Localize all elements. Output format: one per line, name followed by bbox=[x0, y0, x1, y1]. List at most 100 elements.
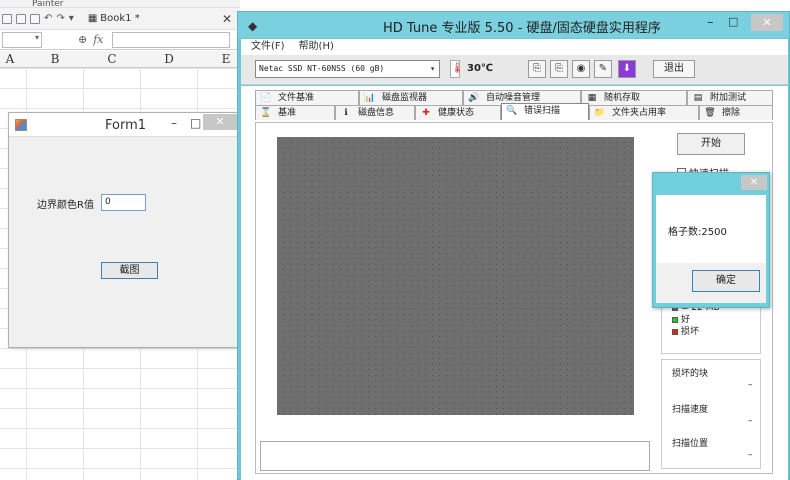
minimize-icon[interactable]: – bbox=[171, 116, 177, 130]
scan-stats: 损坏的块 – 扫描速度 – 扫描位置 – bbox=[661, 359, 761, 469]
tab-label: 随机存取 bbox=[604, 93, 641, 103]
quick-access-toolbar: ↶ ↷ ▾ ▦ Book1 * ✕ bbox=[0, 8, 240, 30]
maximize-icon[interactable]: □ bbox=[728, 15, 738, 28]
copy-all-icon[interactable]: ⎘ bbox=[550, 60, 568, 78]
capture-button[interactable]: 截图 bbox=[101, 262, 158, 279]
chevron-down-icon: ▾ bbox=[430, 64, 435, 73]
tab-label: 擦除 bbox=[722, 108, 741, 118]
tab-random-access[interactable]: ▦ 随机存取 bbox=[581, 90, 687, 105]
damaged-swatch bbox=[672, 329, 678, 335]
folder-icon: 📁 bbox=[594, 108, 606, 118]
tab-error-scan[interactable]: 🔍 错误扫描 bbox=[501, 103, 589, 120]
ribbon-strip: Painter bbox=[0, 0, 240, 8]
drive-select-value: Netac SSD NT-60NSS (60 gB) bbox=[259, 64, 385, 73]
workbook-tab[interactable]: ▦ Book1 * bbox=[88, 13, 140, 24]
monitor-icon: 📊 bbox=[364, 93, 376, 103]
copy-icon[interactable]: ⎘ bbox=[528, 60, 546, 78]
good-swatch bbox=[672, 317, 678, 323]
download-icon[interactable]: ⬇ bbox=[618, 60, 636, 78]
tab-label: 健康状态 bbox=[438, 108, 475, 118]
tab-label: 文件基准 bbox=[278, 93, 315, 103]
damaged-blocks-value: – bbox=[748, 380, 753, 390]
toolbar: Netac SSD NT-60NSS (60 gB) ▾ 🌡 30℃ ⎘ ⎘ ◉ … bbox=[241, 55, 788, 85]
form1-window: Form1 – □ ✕ 边界颜色R值 0 截图 bbox=[8, 112, 242, 348]
fx-label: fx bbox=[93, 33, 104, 46]
undo-icon[interactable]: ↶ bbox=[44, 13, 52, 24]
tab-label: 磁盘信息 bbox=[358, 108, 395, 118]
tab-health[interactable]: ✚ 健康状态 bbox=[415, 105, 501, 120]
damaged-blocks-label: 损坏的块 bbox=[672, 369, 709, 379]
tab-label: 基准 bbox=[278, 108, 297, 118]
screenshot-icon[interactable]: ◉ bbox=[572, 60, 590, 78]
tab-extra-tests[interactable]: ▤ 附加测试 bbox=[687, 90, 773, 105]
scan-position-value: – bbox=[748, 450, 753, 460]
sheet-icon: ▦ bbox=[87, 13, 98, 24]
exit-button[interactable]: 退出 bbox=[653, 60, 695, 78]
tab-label: 文件夹占用率 bbox=[612, 108, 667, 118]
menu-file[interactable]: 文件(F) bbox=[251, 39, 285, 55]
start-button[interactable]: 开始 bbox=[677, 133, 745, 155]
legend-damaged-label: 损坏 bbox=[681, 327, 700, 337]
tab-benchmark[interactable]: ⌛ 基准 bbox=[255, 105, 335, 120]
print-icon[interactable] bbox=[2, 13, 12, 24]
scan-icon: 🔍 bbox=[506, 106, 518, 116]
speaker-icon: 🔊 bbox=[468, 93, 480, 103]
redo-icon[interactable]: ↷ bbox=[56, 13, 64, 24]
hdtune-titlebar[interactable]: ◆ HD Tune 专业版 5.50 - 硬盘/固态硬盘实用程序 – □ ✕ bbox=[238, 12, 789, 38]
window-title: Form1 bbox=[105, 118, 147, 133]
column-header[interactable]: B bbox=[27, 52, 83, 66]
app-icon bbox=[15, 119, 27, 131]
erase-icon: 🗑 bbox=[704, 108, 716, 118]
close-button[interactable]: ✕ bbox=[751, 14, 783, 31]
menu-help[interactable]: 帮助(H) bbox=[299, 39, 334, 55]
page-icon[interactable] bbox=[30, 13, 40, 24]
message-footer: 确定 bbox=[656, 263, 766, 303]
legend-good: 好 bbox=[672, 314, 760, 326]
close-icon[interactable]: ✕ bbox=[222, 12, 232, 26]
border-color-input[interactable]: 0 bbox=[101, 194, 146, 211]
scan-position-label: 扫描位置 bbox=[672, 439, 709, 449]
window-title: HD Tune 专业版 5.50 - 硬盘/固态硬盘实用程序 bbox=[383, 21, 661, 36]
border-color-label: 边界颜色R值 bbox=[37, 200, 94, 211]
scan-speed-value: – bbox=[748, 416, 753, 426]
minimize-icon[interactable]: – bbox=[707, 15, 714, 30]
legend-damaged: 损坏 bbox=[672, 326, 760, 338]
column-header[interactable]: C bbox=[84, 52, 140, 66]
tab-disk-monitor[interactable]: 📊 磁盘监视器 bbox=[359, 90, 463, 105]
tab-erase[interactable]: 🗑 擦除 bbox=[699, 105, 773, 120]
message-text: 格子数:2500 bbox=[668, 227, 727, 238]
preview-icon[interactable] bbox=[16, 13, 26, 24]
close-button[interactable]: ✕ bbox=[741, 175, 767, 190]
workbook-tab-label: Book1 * bbox=[100, 13, 140, 24]
name-box[interactable]: ▾ bbox=[2, 31, 42, 48]
tab-label: 错误扫描 bbox=[524, 106, 561, 116]
document-icon: 📄 bbox=[260, 93, 272, 103]
tab-folder-usage[interactable]: 📁 文件夹占用率 bbox=[589, 105, 699, 120]
close-button[interactable]: ✕ bbox=[203, 114, 237, 130]
zoom-icon[interactable]: ⊕ bbox=[78, 33, 87, 46]
ok-button[interactable]: 确定 bbox=[692, 270, 760, 292]
tab-disk-info[interactable]: ℹ 磁盘信息 bbox=[335, 105, 415, 120]
formula-input[interactable] bbox=[111, 31, 230, 48]
test-icon: ▤ bbox=[693, 93, 703, 103]
health-icon: ✚ bbox=[422, 108, 430, 118]
app-icon: ◆ bbox=[248, 19, 258, 33]
form1-titlebar[interactable]: Form1 – □ ✕ bbox=[9, 113, 241, 137]
message-body: 格子数:2500 bbox=[656, 195, 766, 263]
options-icon[interactable]: ✎ bbox=[594, 60, 612, 78]
dropdown-icon[interactable]: ▾ bbox=[69, 13, 74, 24]
log-area[interactable] bbox=[260, 441, 650, 471]
column-header[interactable]: D bbox=[141, 52, 197, 66]
tab-label: 附加测试 bbox=[710, 93, 747, 103]
info-icon: ℹ bbox=[344, 108, 348, 118]
message-box: ✕ 格子数:2500 确定 bbox=[652, 172, 770, 308]
tab-file-benchmark[interactable]: 📄 文件基准 bbox=[255, 90, 359, 105]
temperature-value: 30℃ bbox=[467, 63, 494, 74]
ribbon-painter-label: Painter bbox=[32, 0, 64, 8]
scan-speed-label: 扫描速度 bbox=[672, 405, 709, 415]
tab-label: 自动噪音管理 bbox=[486, 93, 541, 103]
menu-bar: 文件(F) 帮助(H) bbox=[241, 39, 788, 55]
legend-good-label: 好 bbox=[681, 315, 691, 325]
drive-select[interactable]: Netac SSD NT-60NSS (60 gB) ▾ bbox=[255, 60, 440, 78]
maximize-icon[interactable]: □ bbox=[190, 116, 201, 130]
